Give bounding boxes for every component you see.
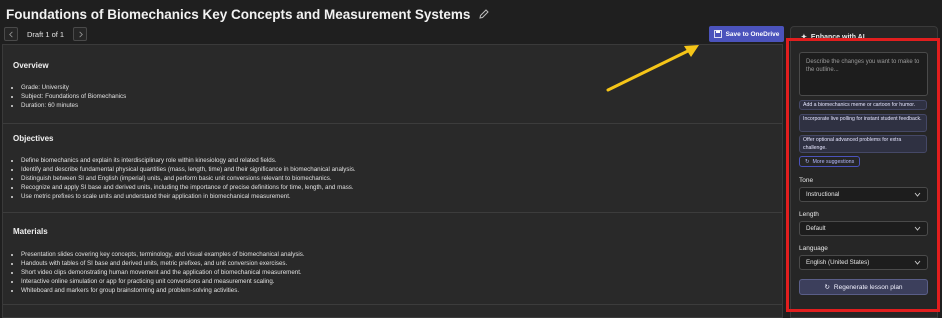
lesson-plan-document: Overview Grade: University Subject: Foun…: [2, 44, 783, 318]
section-title: Objectives: [13, 134, 54, 143]
list-item: Whiteboard and markers for group brainst…: [21, 286, 305, 295]
list-item: Interactive online simulation or app for…: [21, 277, 305, 286]
save-icon: [713, 30, 722, 38]
pencil-edit-icon[interactable]: [478, 8, 490, 20]
objectives-list: Define biomechanics and explain its inte…: [19, 156, 356, 201]
list-item: Presentation slides covering key concept…: [21, 250, 305, 259]
next-draft-button[interactable]: [73, 27, 88, 41]
draft-counter: Draft 1 of 1: [27, 29, 65, 39]
materials-section: Materials Presentation slides covering k…: [3, 213, 782, 305]
overview-section: Overview Grade: University Subject: Foun…: [3, 45, 782, 124]
chevron-left-icon: [8, 31, 13, 37]
section-title: Overview: [13, 61, 49, 70]
chevron-right-icon: [78, 31, 83, 37]
list-item: Handouts with tables of SI base and deri…: [21, 259, 305, 268]
list-item: Recognize and apply SI base and derived …: [21, 183, 356, 192]
list-item: Short video clips demonstrating human mo…: [21, 268, 305, 277]
save-button-label: Save to OneDrive: [725, 30, 780, 38]
objectives-section: Objectives Define biomechanics and expla…: [3, 124, 782, 213]
list-item: Duration: 60 minutes: [21, 101, 126, 110]
draft-toolbar: Draft 1 of 1: [4, 27, 88, 41]
materials-list: Presentation slides covering key concept…: [19, 250, 305, 295]
list-item: Grade: University: [21, 83, 126, 92]
page-title: Foundations of Biomechanics Key Concepts…: [6, 6, 471, 22]
list-item: Distinguish between SI and English (impe…: [21, 174, 356, 183]
list-item: Identify and describe fundamental physic…: [21, 165, 356, 174]
section-title: Materials: [13, 227, 48, 236]
list-item: Define biomechanics and explain its inte…: [21, 156, 356, 165]
title-row: Foundations of Biomechanics Key Concepts…: [6, 4, 490, 24]
overview-list: Grade: University Subject: Foundations o…: [19, 83, 126, 110]
list-item: Subject: Foundations of Biomechanics: [21, 92, 126, 101]
highlight-frame: [786, 38, 940, 312]
previous-draft-button[interactable]: [4, 27, 18, 41]
list-item: Use metric prefixes to scale units and u…: [21, 192, 356, 201]
save-to-onedrive-button[interactable]: Save to OneDrive: [709, 26, 784, 42]
